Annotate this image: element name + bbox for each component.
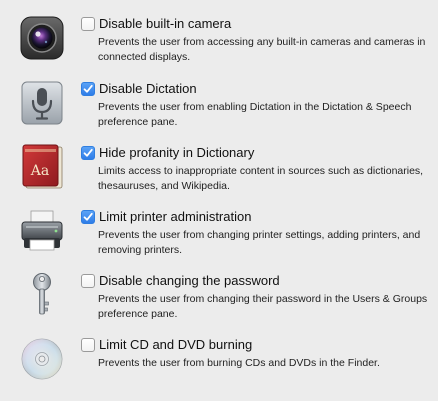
disable-password-change-checkbox[interactable] [81, 274, 95, 288]
option-description: Prevents the user from changing their pa… [98, 293, 428, 320]
option-description: Prevents the user from enabling Dictatio… [98, 101, 412, 128]
option-description: Limits access to inappropriate content i… [98, 165, 424, 192]
dictionary-icon-text: Aa [30, 163, 49, 179]
option-title[interactable]: Limit CD and DVD burning [99, 336, 252, 353]
key-icon [18, 271, 66, 319]
option-disable-camera: Disable built-in camera Prevents the use… [0, 16, 438, 80]
option-hide-profanity: Aa Hide profanity in Dictionary Limits a… [0, 143, 438, 209]
option-limit-cd-dvd-burning: Limit CD and DVD burning Prevents the us… [0, 337, 438, 401]
disable-camera-checkbox[interactable] [81, 17, 95, 31]
microphone-icon [18, 79, 66, 127]
option-disable-password-change: Disable changing the password Prevents t… [0, 273, 438, 337]
hide-profanity-checkbox[interactable] [81, 146, 95, 160]
option-description: Prevents the user from changing printer … [98, 229, 421, 256]
option-title[interactable]: Limit printer administration [99, 208, 251, 225]
option-title[interactable]: Disable Dictation [99, 80, 197, 97]
option-title[interactable]: Disable changing the password [99, 272, 280, 289]
parental-controls-options-list: Disable built-in camera Prevents the use… [0, 0, 438, 401]
dictionary-icon: Aa [18, 143, 66, 191]
option-description: Prevents the user from accessing any bui… [98, 36, 426, 63]
option-title[interactable]: Hide profanity in Dictionary [99, 144, 254, 161]
printer-icon [18, 207, 66, 255]
disable-dictation-checkbox[interactable] [81, 82, 95, 96]
disc-icon [18, 335, 66, 383]
option-disable-dictation: Disable Dictation Prevents the user from… [0, 81, 438, 145]
limit-printer-admin-checkbox[interactable] [81, 210, 95, 224]
option-limit-printer-admin: Limit printer administration Prevents th… [0, 209, 438, 273]
option-description: Prevents the user from burning CDs and D… [98, 357, 380, 369]
option-title[interactable]: Disable built-in camera [99, 15, 231, 32]
limit-cd-dvd-burning-checkbox[interactable] [81, 338, 95, 352]
camera-icon [18, 14, 66, 62]
